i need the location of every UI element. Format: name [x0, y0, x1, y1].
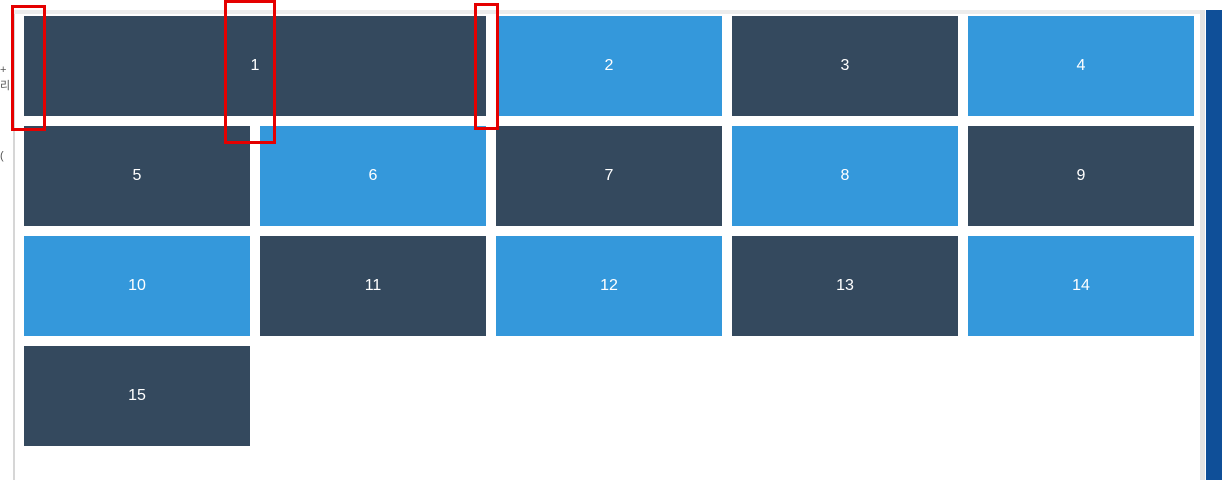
grid-tile-6[interactable]: 6: [260, 126, 486, 226]
grid-tile-3[interactable]: 3: [732, 16, 958, 116]
frame-top-border: [13, 10, 1205, 14]
grid-tile-5[interactable]: 5: [24, 126, 250, 226]
grid-tile-15[interactable]: 15: [24, 346, 250, 446]
grid-tile-4[interactable]: 4: [968, 16, 1194, 116]
grid-tile-13[interactable]: 13: [732, 236, 958, 336]
grid-tile-7[interactable]: 7: [496, 126, 722, 226]
highlight-box-left-edge: [11, 5, 46, 131]
vertical-scrollbar[interactable]: [1206, 10, 1222, 480]
grid-tile-10[interactable]: 10: [24, 236, 250, 336]
left-panel-text-fragment: 리: [0, 80, 11, 92]
frame-right-border: [1200, 10, 1205, 480]
left-panel-text-fragment: (: [0, 150, 4, 162]
grid-tile-9[interactable]: 9: [968, 126, 1194, 226]
grid-tile-11[interactable]: 11: [260, 236, 486, 336]
left-panel-text-fragment: +: [0, 64, 7, 76]
tile-grid: 1 2 3 4 5 6 7 8 9 10 11 12 13 14 15: [24, 16, 1195, 446]
grid-tile-8[interactable]: 8: [732, 126, 958, 226]
grid-tile-14[interactable]: 14: [968, 236, 1194, 336]
grid-tile-12[interactable]: 12: [496, 236, 722, 336]
highlight-box-center: [224, 0, 276, 144]
highlight-box-right-edge: [474, 3, 499, 130]
grid-tile-2[interactable]: 2: [496, 16, 722, 116]
